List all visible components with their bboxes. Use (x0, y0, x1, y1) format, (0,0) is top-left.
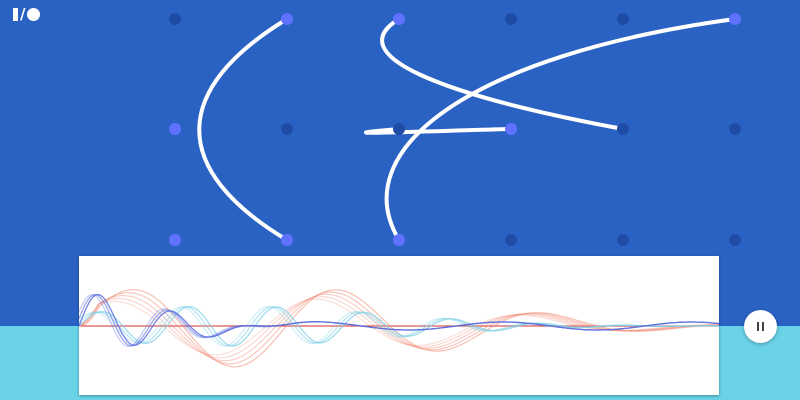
blue-wave-2 (79, 294, 719, 348)
node-4-2[interactable] (617, 234, 629, 246)
io-logo: / (13, 5, 41, 23)
node-4-1[interactable] (617, 123, 629, 135)
pause-button[interactable] (744, 310, 777, 343)
active-node-2-2[interactable] (393, 234, 405, 246)
node-3-0[interactable] (505, 13, 517, 25)
waveform-panel (79, 256, 719, 395)
red-wave-4 (79, 298, 719, 356)
active-node-0-2[interactable] (169, 234, 181, 246)
pause-icon (757, 322, 764, 331)
active-node-0-1[interactable] (169, 123, 181, 135)
node-3-2[interactable] (505, 234, 517, 246)
logo-i-shape (13, 7, 18, 21)
node-5-1[interactable] (729, 123, 741, 135)
active-node-1-2[interactable] (281, 234, 293, 246)
active-node-2-0[interactable] (393, 13, 405, 25)
node-0-0[interactable] (169, 13, 181, 25)
game-stage: / (0, 0, 800, 400)
logo-slash: / (20, 5, 26, 23)
string-1[interactable] (380, 17, 625, 131)
node-2-1[interactable] (393, 123, 405, 135)
waveform-graph (79, 288, 719, 368)
string-2[interactable] (364, 127, 513, 135)
active-node-5-0[interactable] (729, 13, 741, 25)
active-node-3-1[interactable] (505, 123, 517, 135)
node-4-0[interactable] (617, 13, 629, 25)
node-5-2[interactable] (729, 234, 741, 246)
logo-o-shape (27, 7, 41, 21)
red-wave-2 (79, 293, 719, 362)
red-wave-3 (79, 296, 719, 359)
active-node-1-0[interactable] (281, 13, 293, 25)
string-0[interactable] (197, 17, 289, 242)
node-1-1[interactable] (281, 123, 293, 135)
